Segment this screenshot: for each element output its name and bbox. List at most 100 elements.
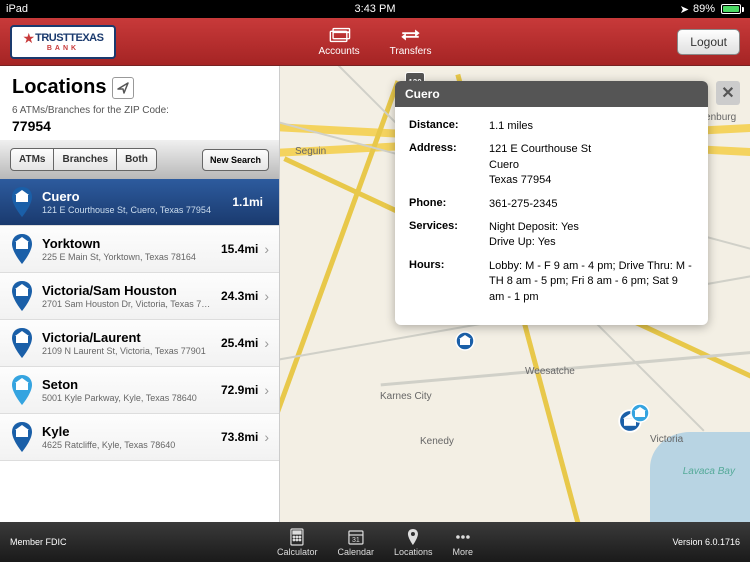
map-pin-yorktown[interactable] [455, 331, 475, 351]
footer-calculator[interactable]: Calculator [277, 528, 318, 557]
navigate-icon-button[interactable] [112, 77, 134, 99]
filter-segmented-control: ATMs Branches Both [10, 148, 157, 171]
nav-transfers-label: Transfers [390, 46, 432, 57]
callout-phone: 361-275-2345 [489, 197, 694, 212]
callout-hours: Lobby: M - F 9 am - 4 pm; Drive Thru: M … [489, 259, 694, 305]
calculator-icon [288, 528, 306, 546]
locations-sidebar: Locations 6 ATMs/Branches for the ZIP Co… [0, 66, 280, 522]
location-address: 2701 Sam Houston Dr, Victoria, Texas 779… [42, 299, 213, 309]
callout-address: 121 E Courthouse StCueroTexas 77954 [489, 142, 694, 188]
location-item[interactable]: Kyle4625 Ratcliffe, Kyle, Texas 78640 73.… [0, 414, 279, 461]
filter-branches[interactable]: Branches [54, 148, 116, 171]
more-icon [454, 528, 472, 546]
callout-services-label: Services: [409, 220, 489, 251]
chevron-right-icon: › [264, 241, 269, 257]
app-footer: Member FDIC Calculator 31 Calendar Locat… [0, 522, 750, 562]
callout-address-label: Address: [409, 142, 489, 188]
location-pin-icon [10, 187, 34, 217]
callout-title: Cuero [395, 81, 708, 107]
locations-title: Locations [12, 76, 106, 99]
clock: 3:43 PM [355, 3, 396, 15]
location-distance: 1.1mi [232, 195, 263, 209]
nav-accounts-label: Accounts [318, 46, 359, 57]
callout-distance-label: Distance: [409, 119, 489, 134]
location-distance: 72.9mi [221, 383, 258, 397]
filter-bar: ATMs Branches Both New Search [0, 140, 279, 179]
location-name: Seton [42, 377, 213, 392]
logo-text: TRUSTTEXAS [35, 33, 103, 44]
location-item[interactable]: Victoria/Sam Houston2701 Sam Houston Dr,… [0, 273, 279, 320]
location-pin-icon [10, 328, 34, 358]
footer-locations[interactable]: Locations [394, 528, 433, 557]
callout-distance: 1.1 miles [489, 119, 694, 134]
location-name: Victoria/Laurent [42, 330, 213, 345]
device-label: iPad [6, 3, 28, 15]
footer-more[interactable]: More [453, 528, 474, 557]
callout-hours-label: Hours: [409, 259, 489, 305]
version-label: Version 6.0.1716 [672, 537, 740, 547]
status-bar: iPad 3:43 PM ➤ 89% [0, 0, 750, 18]
filter-atms[interactable]: ATMs [10, 148, 54, 171]
chevron-right-icon: › [264, 382, 269, 398]
footer-calendar[interactable]: 31 Calendar [337, 528, 374, 557]
location-pin-icon [10, 422, 34, 452]
svg-text:31: 31 [352, 537, 360, 544]
location-distance: 73.8mi [221, 430, 258, 444]
chevron-right-icon: › [264, 335, 269, 351]
location-name: Victoria/Sam Houston [42, 283, 213, 298]
location-pin-icon [10, 281, 34, 311]
star-icon: ★ [23, 31, 36, 45]
map-pin-victoria-2[interactable] [630, 403, 650, 423]
nav-accounts[interactable]: Accounts [318, 26, 359, 57]
logo-subtext: BANK [23, 45, 104, 52]
locations-subtitle: 6 ATMs/Branches for the ZIP Code: [12, 105, 267, 116]
nav-transfers[interactable]: Transfers [390, 26, 432, 57]
footer-nav: Calculator 31 Calendar Locations More [277, 528, 473, 557]
city-label: Karnes City [380, 391, 432, 402]
city-label: Kenedy [420, 436, 454, 447]
location-name: Yorktown [42, 236, 213, 251]
battery-percent: 89% [693, 3, 715, 15]
filter-both[interactable]: Both [116, 148, 157, 171]
location-pin-icon [10, 375, 34, 405]
callout-phone-label: Phone: [409, 197, 489, 212]
main-content: Locations 6 ATMs/Branches for the ZIP Co… [0, 66, 750, 522]
location-item[interactable]: Seton5001 Kyle Parkway, Kyle, Texas 7864… [0, 367, 279, 414]
battery-icon [719, 4, 744, 14]
pin-icon [404, 528, 422, 546]
location-distance: 24.3mi [221, 289, 258, 303]
location-address: 4625 Ratcliffe, Kyle, Texas 78640 [42, 440, 213, 450]
member-fdic: Member FDIC [10, 537, 67, 547]
location-item[interactable]: Yorktown225 E Main St, Yorktown, Texas 7… [0, 226, 279, 273]
top-nav: Accounts Transfers [318, 26, 431, 57]
city-label: Weesatche [525, 366, 575, 377]
location-distance: 25.4mi [221, 336, 258, 350]
logout-button[interactable]: Logout [677, 29, 740, 55]
city-label: Lavaca Bay [683, 466, 735, 477]
app-header: ★ TRUSTTEXAS BANK Accounts Transfers Log… [0, 18, 750, 66]
new-search-button[interactable]: New Search [202, 149, 269, 171]
chevron-right-icon: › [264, 429, 269, 445]
callout-services: Night Deposit: YesDrive Up: Yes [489, 220, 694, 251]
callout-close-button[interactable]: ✕ [716, 81, 740, 105]
location-name: Cuero [42, 189, 224, 204]
city-label: Victoria [650, 434, 683, 445]
cards-icon [328, 26, 350, 44]
location-item[interactable]: Victoria/Laurent2109 N Laurent St, Victo… [0, 320, 279, 367]
transfers-icon [400, 26, 422, 44]
location-item[interactable]: Cuero121 E Courthouse St, Cuero, Texas 7… [0, 179, 279, 226]
map[interactable]: Seguin Gonzales Karnes City Kenedy Victo… [280, 66, 750, 522]
location-address: 225 E Main St, Yorktown, Texas 78164 [42, 252, 213, 262]
location-address: 121 E Courthouse St, Cuero, Texas 77954 [42, 205, 224, 215]
location-address: 2109 N Laurent St, Victoria, Texas 77901 [42, 346, 213, 356]
locations-list[interactable]: Cuero121 E Courthouse St, Cuero, Texas 7… [0, 179, 279, 522]
location-callout: Cuero Distance:1.1 miles Address:121 E C… [395, 81, 708, 325]
logo[interactable]: ★ TRUSTTEXAS BANK [10, 25, 116, 59]
location-pin-icon [10, 234, 34, 264]
status-right: ➤ 89% [680, 3, 744, 16]
chevron-right-icon: › [264, 288, 269, 304]
navigate-icon [116, 81, 130, 95]
locations-header: Locations 6 ATMs/Branches for the ZIP Co… [0, 66, 279, 140]
calendar-icon: 31 [347, 528, 365, 546]
location-name: Kyle [42, 424, 213, 439]
